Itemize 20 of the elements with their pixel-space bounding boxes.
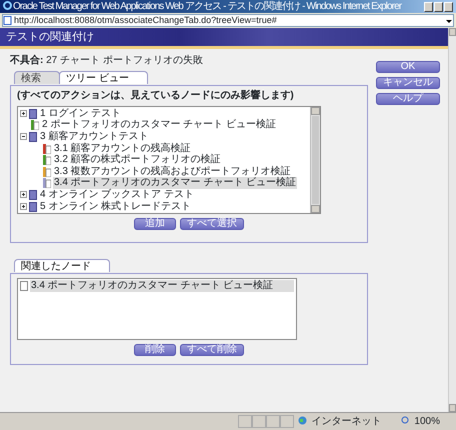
page-title: テストの関連付け (0, 28, 448, 49)
tree-note: (すべてのアクションは、見えているノードにのみ影響します) (17, 90, 295, 102)
zoom-level[interactable]: 100% (414, 416, 440, 428)
defect-name: 27 チャート ポートフォリオの失敗 (46, 55, 203, 66)
window-title: Oracle Test Manager for Web Applications Web アクセス - テストの関連付け - Windows Internet Explorer (13, 0, 403, 12)
tree-item[interactable]: 3.4 ポートフォリオのカスタマー チャート ビュー検証 (53, 177, 298, 190)
zone-label: インターネット (311, 416, 382, 428)
tab[interactable]: 検索 (14, 71, 60, 84)
associated-tab[interactable]: 関連したノード (14, 259, 110, 272)
tab[interactable]: ツリー ビュー (59, 71, 148, 84)
tree-item[interactable]: 1 ログイン テスト (39, 108, 122, 120)
tree-item[interactable]: 3.2 顧客の株式ポートフォリオの検証 (53, 154, 222, 166)
defect-label: 不具合: (10, 55, 44, 66)
tree-item[interactable]: 3.1 顧客アカウントの残高検証 (53, 142, 192, 155)
tree-item[interactable]: 5 オンライン 株式トレードテスト (39, 200, 192, 213)
tree-item[interactable]: 2 ポートフォリオのカスタマー チャート ビュー検証 (41, 119, 277, 132)
associated-item[interactable]: 3.4 ポートフォリオのカスタマー チャート ビュー検証 (30, 280, 294, 292)
tree-item[interactable]: 3 顧客アカウントテスト (39, 130, 150, 143)
tree-item[interactable]: 4 オンライン ブックストア テスト (39, 188, 195, 201)
tree-item[interactable]: 3.3 複数アカウントの残高およびポートフォリオ検証 (53, 166, 292, 178)
